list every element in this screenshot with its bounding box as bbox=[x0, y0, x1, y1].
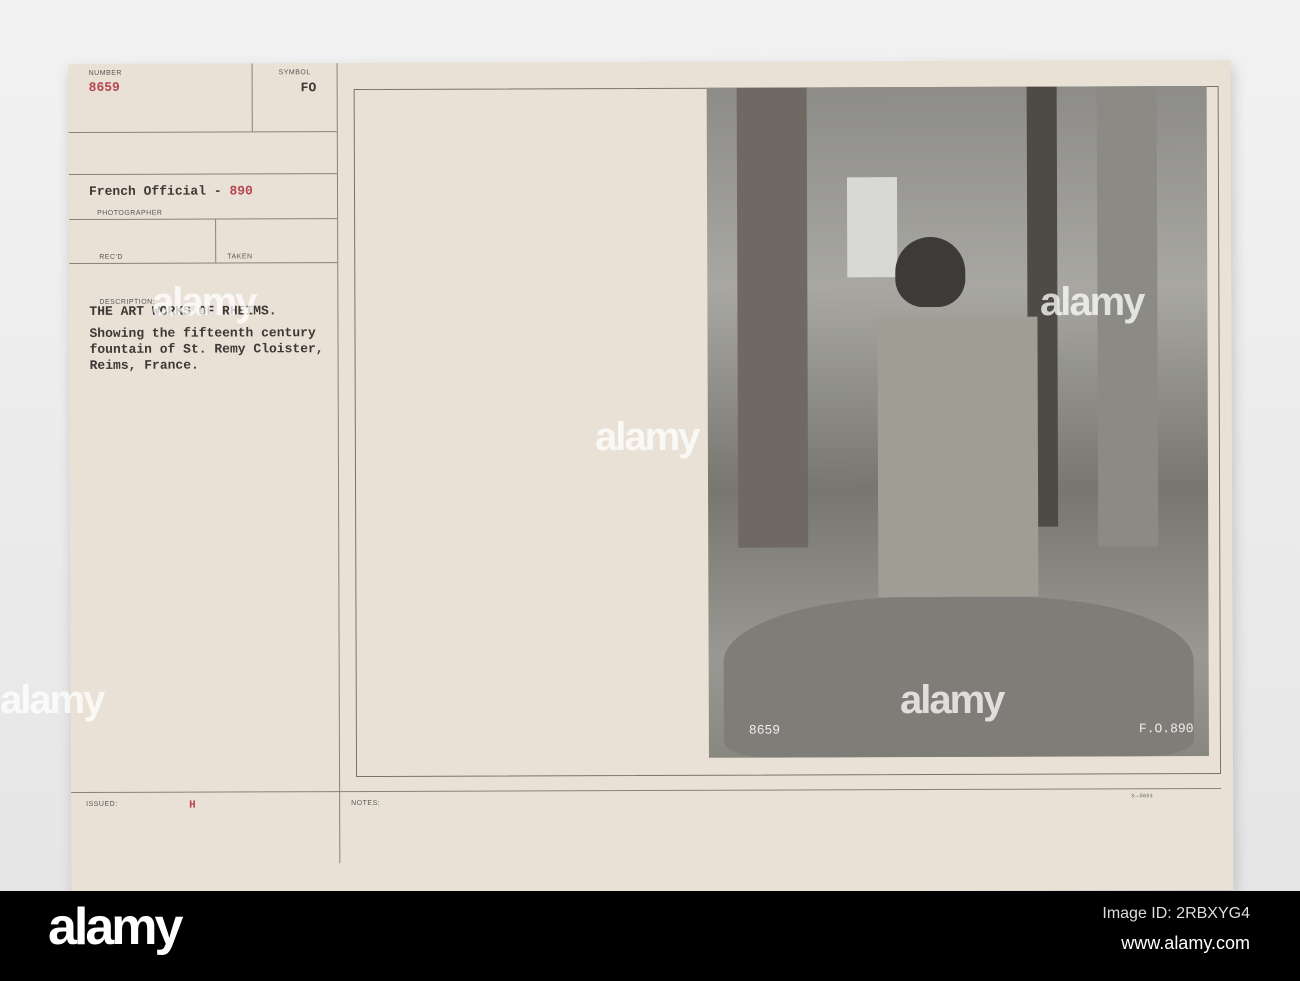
archive-card: NUMBER 8659 SYMBOL FO French Official - … bbox=[68, 59, 1234, 895]
symbol-label: SYMBOL bbox=[278, 69, 311, 77]
photo-caption-left: 8659 bbox=[748, 722, 781, 738]
photographer-label: PHOTOGRAPHER bbox=[97, 209, 163, 217]
alamy-logo: alamy bbox=[48, 898, 183, 956]
symbol-value: FO bbox=[300, 80, 317, 96]
watermark: alamy bbox=[595, 415, 700, 459]
alamy-footer: alamy Image ID: 2RBXYG4 www.alamy.com bbox=[0, 891, 1300, 981]
description-line: fountain of St. Remy Cloister, bbox=[89, 341, 324, 357]
fountain-photo: 8659 F.O.890 bbox=[706, 86, 1209, 758]
image-id: Image ID: 2RBXYG4 bbox=[1102, 905, 1250, 922]
watermark: alamy bbox=[0, 678, 105, 722]
recd-label: REC'D bbox=[99, 253, 123, 261]
watermark: alamy bbox=[152, 280, 257, 324]
watermark: alamy bbox=[900, 678, 1005, 722]
number-value: 8659 bbox=[88, 79, 120, 95]
issued-value: H bbox=[189, 799, 196, 812]
issued-label: ISSUED: bbox=[86, 800, 118, 808]
number-label: NUMBER bbox=[88, 69, 122, 77]
description-line: Reims, France. bbox=[89, 357, 199, 373]
alamy-url[interactable]: www.alamy.com bbox=[1121, 933, 1250, 954]
watermark: alamy bbox=[1040, 280, 1145, 324]
form-code: 3—5603 bbox=[1131, 793, 1154, 800]
notes-label: NOTES: bbox=[351, 799, 381, 808]
photo-caption-right: F.O.890 bbox=[1138, 721, 1194, 737]
description-line: Showing the fifteenth century bbox=[89, 325, 316, 341]
photographer-value: French Official - 890 bbox=[88, 183, 253, 199]
taken-label: TAKEN bbox=[227, 253, 253, 261]
